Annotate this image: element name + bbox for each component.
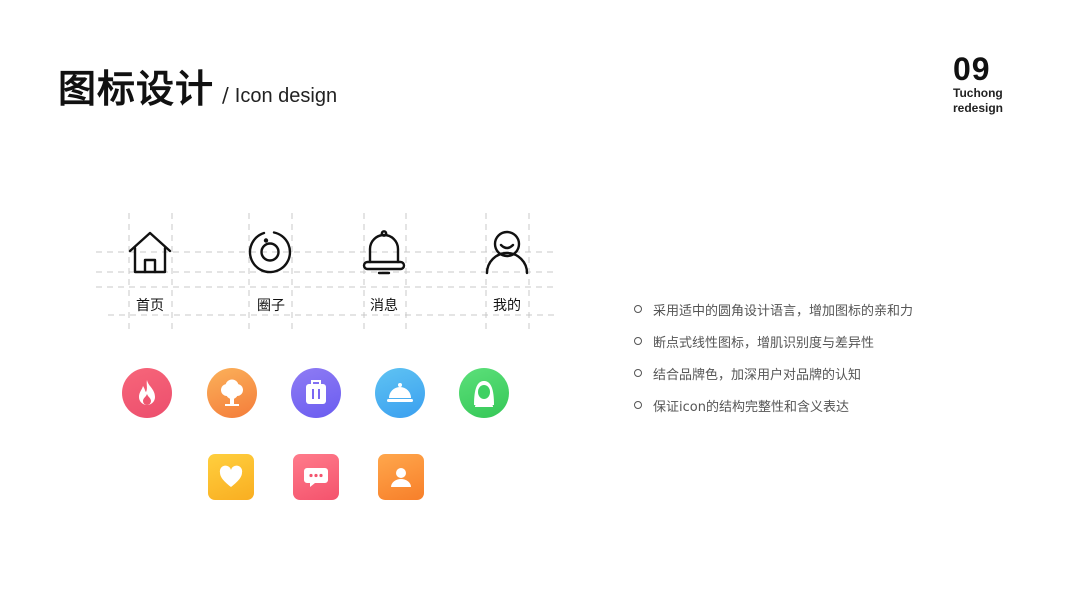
tab-label-messages: 消息 — [370, 298, 398, 314]
list-item-text: 断点式线性图标，增肌识别度与差异性 — [653, 335, 875, 351]
food-cloche-icon — [375, 368, 425, 418]
list-item: 断点式线性图标，增肌识别度与差异性 — [634, 330, 913, 352]
girl-avatar-icon — [459, 368, 509, 418]
list-item-text: 结合品牌色，加深用户对品牌的认知 — [653, 367, 862, 383]
page-title: 图标设计 — [58, 67, 215, 111]
list-item-text: 采用适中的圆角设计语言，增加图标的亲和力 — [653, 303, 914, 319]
chat-bubble-icon — [293, 454, 339, 500]
tab-label-home: 首页 — [136, 298, 164, 314]
list-item: 保证icon的结构完整性和含义表达 — [634, 394, 913, 416]
person-card-icon — [378, 454, 424, 500]
user-icon — [485, 230, 529, 275]
bullet-circle-icon — [634, 305, 642, 313]
bullet-circle-icon — [634, 369, 642, 377]
bullet-circle-icon — [634, 337, 642, 345]
tab-label-circle: 圈子 — [257, 298, 285, 314]
feature-list: 采用适中的圆角设计语言，增加图标的亲和力 断点式线性图标，增肌识别度与差异性 结… — [634, 298, 913, 426]
list-item: 结合品牌色，加深用户对品牌的认知 — [634, 362, 913, 384]
flame-icon — [122, 368, 172, 418]
title-separator: / — [222, 83, 229, 107]
page-caption-line1: Tuchong — [953, 86, 1003, 100]
suitcase-icon — [291, 368, 341, 418]
page-subtitle: Icon design — [234, 85, 338, 107]
heart-icon — [208, 454, 254, 500]
bell-icon — [362, 230, 406, 275]
tab-label-me: 我的 — [493, 298, 521, 314]
home-icon — [128, 231, 172, 274]
list-item-text: 保证icon的结构完整性和含义表达 — [653, 399, 849, 415]
page-header: 图标设计 / Icon design — [58, 58, 337, 113]
page-caption-line2: redesign — [953, 101, 1004, 115]
tree-icon — [207, 368, 257, 418]
bullet-circle-icon — [634, 401, 642, 409]
page-number: 09 — [953, 51, 991, 87]
page-number-block: 09 Tuchong redesign — [953, 52, 1003, 116]
list-item: 采用适中的圆角设计语言，增加图标的亲和力 — [634, 298, 913, 320]
circle-icon — [248, 231, 292, 274]
